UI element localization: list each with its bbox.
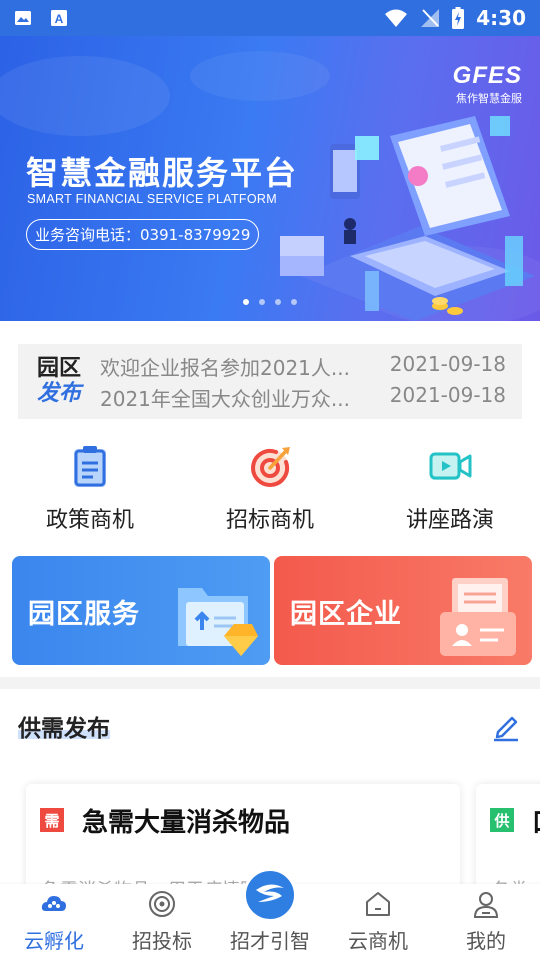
clipboard-icon <box>74 446 106 487</box>
carousel-dot[interactable] <box>259 299 265 305</box>
quick-entry-label: 招标商机 <box>225 508 314 533</box>
nav-item-bidding[interactable]: 招投标 <box>108 884 216 960</box>
section-title: 供需发布 <box>18 709 110 743</box>
wifi-icon <box>385 9 408 27</box>
quick-entry-policy[interactable]: 政策商机 <box>0 438 180 538</box>
target-icon <box>251 447 290 487</box>
supply-demand-header: 供需发布 <box>18 708 522 744</box>
nav-item-cloud-incubation[interactable]: 云孵化 <box>0 884 108 960</box>
gfes-logo: GFES 焦作智慧金服 <box>453 62 522 106</box>
notice-badge-line1: 园区 <box>36 355 81 381</box>
id-card-icon <box>440 578 516 656</box>
svg-text:A: A <box>55 12 64 26</box>
edit-icon[interactable] <box>490 710 522 742</box>
promo-banner[interactable]: GFES 焦作智慧金服 智慧金融服务平台 SMART FINANCIAL SER… <box>0 36 540 321</box>
park-service-label: 园区服务 <box>28 599 140 630</box>
notice-title: 欢迎企业报名参加2021人... <box>100 355 350 380</box>
notice-date: 2021-09-18 <box>389 351 506 376</box>
app-screen: A 4:30 GFES 焦作智慧金服 智慧金融服务平台 SMART FINANC… <box>0 0 540 960</box>
notice-item[interactable]: 欢迎企业报名参加2021人... 2021-09-18 <box>100 352 506 381</box>
park-enterprise-card[interactable]: 园区企业 <box>274 556 532 665</box>
text-notification-icon: A <box>51 10 67 26</box>
nav-label: 我的 <box>466 929 506 953</box>
demand-card[interactable]: 需 急需大量消杀物品 急需消杀物品，用于疫情防控 <box>26 784 460 901</box>
battery-charging-icon <box>452 7 465 29</box>
image-notification-icon <box>15 11 31 25</box>
supply-card[interactable]: 供 口 各类 <box>476 784 540 901</box>
status-time: 4:30 <box>476 6 526 30</box>
quick-entry-row: 政策商机 招标商机 讲座路演 <box>0 438 540 538</box>
carousel-dot[interactable] <box>275 299 281 305</box>
supply-tag: 供 <box>490 808 514 832</box>
demand-tag: 需 <box>40 808 64 832</box>
section-divider <box>0 677 540 689</box>
bottom-navigation: 云孵化 招投标 招才引智 云商机 我的 <box>0 868 540 960</box>
notice-title: 2021年全国大众创业万众... <box>100 386 350 411</box>
park-cards: 园区服务 园区企业 <box>12 556 532 665</box>
park-notice-board[interactable]: 园区 发布 欢迎企业报名参加2021人... 2021-09-18 2021年全… <box>18 344 522 419</box>
banner-phone: 业务咨询电话：0391-8379929 <box>26 219 260 250</box>
home-icon <box>366 892 390 916</box>
quick-entry-lecture[interactable]: 讲座路演 <box>360 438 540 538</box>
banner-subtitle: SMART FINANCIAL SERVICE PLATFORM <box>27 192 277 206</box>
demand-card-title: 急需大量消杀物品 <box>82 808 291 838</box>
banner-title: 智慧金融服务平台 <box>26 154 299 192</box>
talent-logo-icon <box>256 884 284 902</box>
notice-list: 欢迎企业报名参加2021人... 2021-09-18 2021年全国大众创业万… <box>100 352 522 412</box>
quick-entry-label: 政策商机 <box>45 508 134 533</box>
nav-label: 招才引智 <box>230 929 310 953</box>
gfes-logo-subtitle: 焦作智慧金服 <box>456 92 522 105</box>
cloud-icon <box>41 896 66 911</box>
notice-item[interactable]: 2021年全国大众创业万众... 2021-09-18 <box>100 383 506 412</box>
talent-center-button[interactable] <box>243 868 297 922</box>
supply-card-title: 口 <box>532 802 540 839</box>
target-icon <box>149 891 175 917</box>
user-icon <box>473 892 499 918</box>
status-bar: A 4:30 <box>0 0 540 36</box>
notice-date: 2021-09-18 <box>389 382 506 407</box>
nav-label: 招投标 <box>132 929 192 953</box>
no-signal-icon <box>421 9 440 27</box>
quick-entry-bidding[interactable]: 招标商机 <box>180 438 360 538</box>
video-icon <box>429 452 472 480</box>
nav-item-talent[interactable]: 招才引智 <box>216 868 324 960</box>
carousel-dot[interactable] <box>291 299 297 305</box>
park-service-card[interactable]: 园区服务 <box>12 556 270 665</box>
nav-item-cloud-business[interactable]: 云商机 <box>324 884 432 960</box>
nav-label: 云孵化 <box>24 929 84 953</box>
folder-icon <box>178 588 258 656</box>
nav-label: 云商机 <box>348 929 408 953</box>
notice-badge-line2: 发布 <box>36 380 81 406</box>
nav-item-mine[interactable]: 我的 <box>432 884 540 960</box>
park-enterprise-label: 园区企业 <box>290 599 402 630</box>
carousel-indicator[interactable] <box>243 299 297 305</box>
notice-badge: 园区 发布 <box>18 355 100 406</box>
carousel-dot[interactable] <box>243 299 249 305</box>
gfes-logo-text: GFES <box>452 62 522 89</box>
laptop-illustration <box>280 116 535 321</box>
quick-entry-label: 讲座路演 <box>405 508 494 533</box>
